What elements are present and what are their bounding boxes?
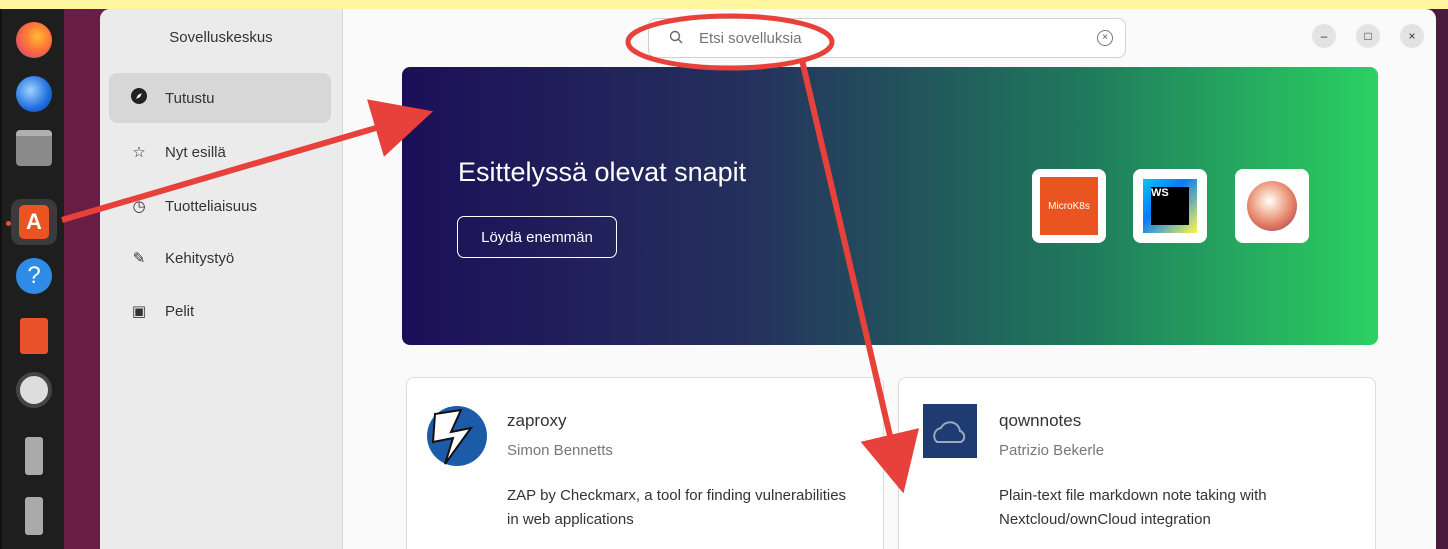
top-strip (0, 0, 1448, 9)
sidebar: Sovelluskeskus Tutustu ☆ Nyt esillä ◷ Tu… (100, 9, 343, 549)
app-name: zaproxy (507, 411, 567, 430)
search-input[interactable] (697, 28, 1081, 48)
sidebar-item-label: Pelit (165, 302, 195, 320)
thunderbird-icon[interactable] (11, 71, 57, 117)
featured-banner: Esittelyssä olevat snapit Löydä enemmän … (402, 67, 1378, 345)
webstorm-tile[interactable]: WS (1133, 169, 1207, 243)
sidebar-item-tuotteliaisuus[interactable]: ◷ Tuotteliaisuus (109, 181, 331, 231)
app-card-qownnotes[interactable]: qownnotes Patrizio Bekerle Plain-text fi… (898, 377, 1376, 549)
impress-icon[interactable] (11, 313, 57, 359)
maximize-button[interactable]: □ (1356, 24, 1380, 48)
settings-icon[interactable] (11, 367, 57, 413)
sidebar-item-label: Tuotteliaisuus (165, 197, 257, 215)
qownnotes-icon (923, 404, 977, 458)
gamepad-icon: ▣ (131, 303, 147, 320)
app-center-window: Sovelluskeskus Tutustu ☆ Nyt esillä ◷ Tu… (100, 9, 1436, 549)
app-center-icon[interactable]: A (11, 199, 57, 245)
close-button[interactable]: × (1400, 24, 1424, 48)
third-app-tile[interactable] (1235, 169, 1309, 243)
app-icon (1247, 181, 1297, 231)
app-author: Simon Bennetts (507, 442, 613, 459)
usb-drive-icon[interactable] (11, 493, 57, 539)
sidebar-item-pelit[interactable]: ▣ Pelit (109, 286, 331, 336)
app-name: qownnotes (999, 411, 1082, 430)
search-icon (669, 30, 683, 47)
star-icon: ☆ (132, 144, 146, 161)
firefox-icon[interactable] (11, 17, 57, 63)
app-title: Sovelluskeskus (169, 29, 273, 46)
sidebar-item-label: Kehitystyö (165, 249, 235, 267)
discover-more-button[interactable]: Löydä enemmän (457, 216, 617, 258)
minimize-button[interactable]: – (1312, 24, 1336, 48)
clear-search-icon[interactable]: × (1097, 30, 1113, 46)
microk8s-tile[interactable]: MicroK8s (1032, 169, 1106, 243)
webstorm-icon: WS (1143, 179, 1197, 233)
dock: A ? (2, 9, 64, 549)
app-author: Patrizio Bekerle (999, 442, 1105, 459)
sidebar-item-label: Nyt esillä (165, 143, 226, 161)
banner-title: Esittelyssä olevat snapit (458, 157, 747, 187)
main-content: × – □ × Esittelyssä olevat snapit Löydä … (342, 9, 1436, 549)
app-description: Plain-text file markdown note taking wit… (999, 487, 1267, 528)
clock-icon: ◷ (132, 198, 146, 215)
sidebar-item-tutustu[interactable]: Tutustu (109, 73, 331, 123)
zaproxy-icon (427, 406, 487, 466)
compass-icon (129, 87, 149, 109)
app-card-zaproxy[interactable]: zaproxy Simon Bennetts ZAP by Checkmarx,… (406, 377, 884, 549)
sidebar-item-kehitystyo[interactable]: ✎ Kehitystyö (109, 233, 331, 283)
sidebar-item-label: Tutustu (165, 89, 215, 107)
usb-drive-icon[interactable] (11, 433, 57, 479)
microk8s-icon: MicroK8s (1040, 177, 1098, 235)
sidebar-item-nyt-esilla[interactable]: ☆ Nyt esillä (109, 127, 331, 177)
wrench-icon: ✎ (132, 250, 146, 267)
help-icon[interactable]: ? (11, 253, 57, 299)
app-description: ZAP by Checkmarx, a tool for finding vul… (507, 487, 847, 528)
files-icon[interactable] (11, 125, 57, 171)
search-bar[interactable]: × (648, 18, 1126, 58)
